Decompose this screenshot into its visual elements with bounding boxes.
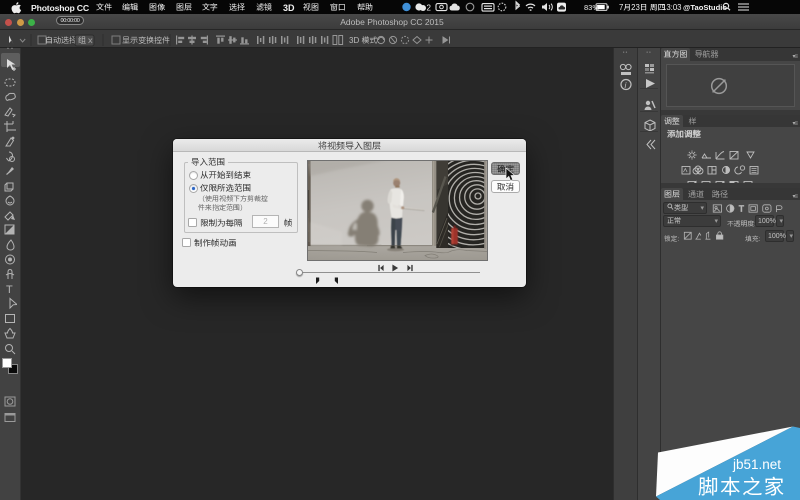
svg-text:自动选择:: 自动选择:: [45, 35, 79, 46]
svg-text:显示变换控件: 显示变换控件: [122, 35, 170, 46]
svg-text:7月23日 周四: 7月23日 周四: [619, 2, 666, 13]
svg-text:组: 组: [78, 35, 86, 46]
svg-text:2: 2: [427, 3, 432, 14]
svg-text:T: T: [739, 203, 744, 214]
svg-text:@TaoStudio: @TaoStudio: [683, 2, 727, 13]
svg-text:13:03: 13:03: [662, 2, 682, 13]
svg-text:脚本之家: 脚本之家: [698, 470, 786, 500]
svg-text:3D 模式:: 3D 模式:: [349, 35, 380, 46]
